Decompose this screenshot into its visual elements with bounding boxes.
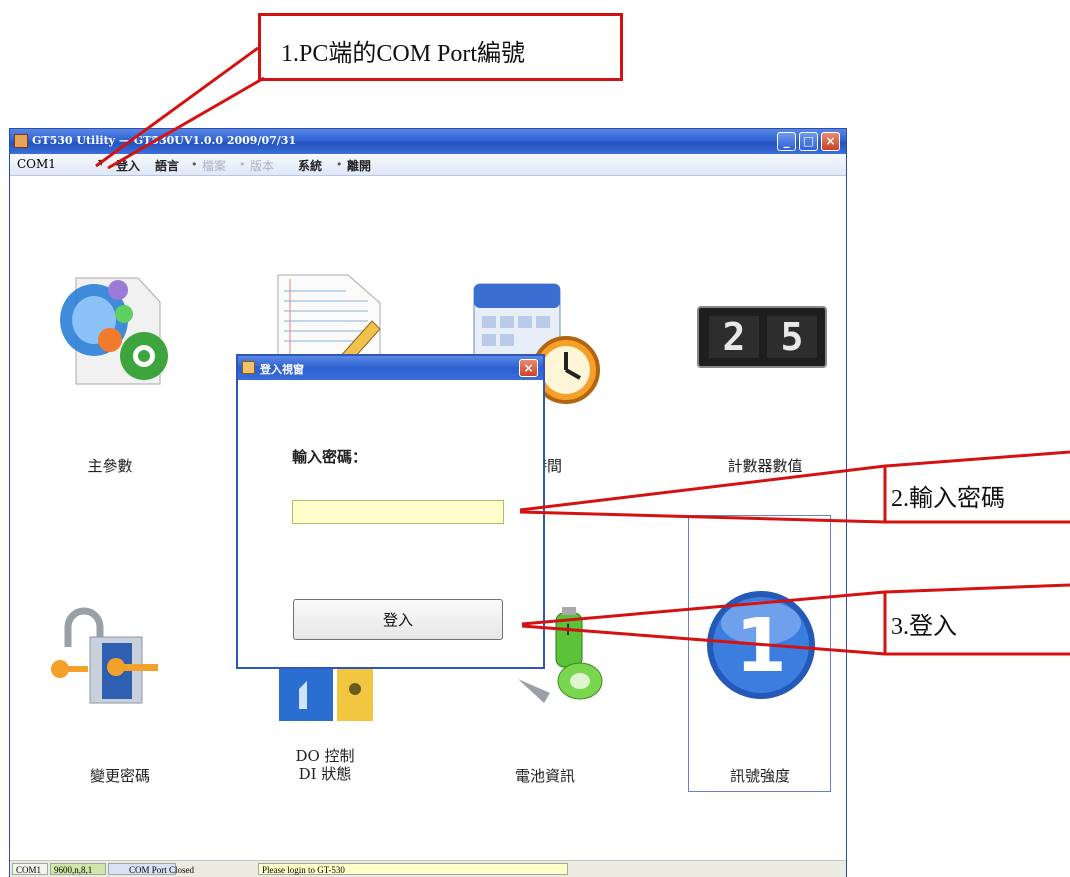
- callout-lines: [95, 46, 1070, 656]
- callout-com-port-text: 1.PC端的COM Port編號: [281, 41, 526, 67]
- callout-com-port: 1.PC端的COM Port編號: [258, 13, 623, 81]
- callout-login-text: 3.登入: [891, 614, 957, 640]
- callout-password-text: 2.輸入密碼: [891, 486, 1005, 512]
